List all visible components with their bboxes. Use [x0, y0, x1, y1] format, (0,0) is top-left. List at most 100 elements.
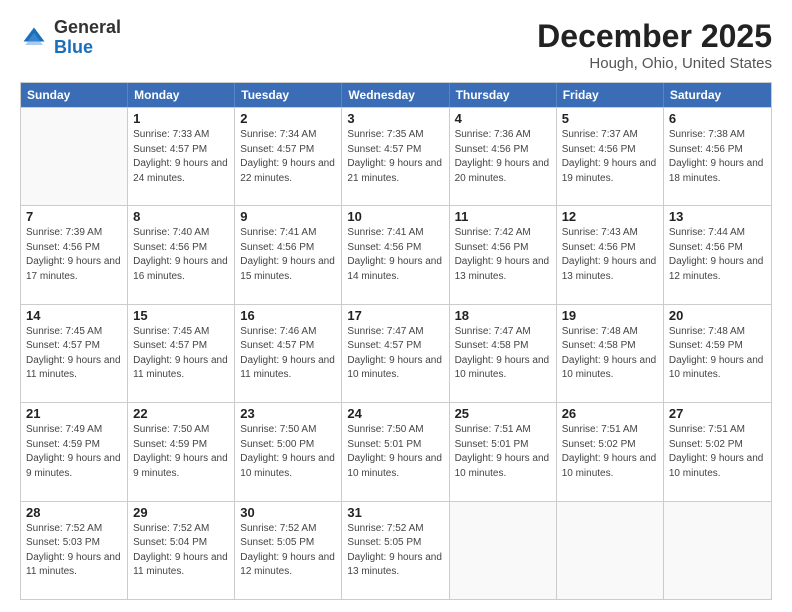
day-number: 11	[455, 209, 551, 224]
logo: General Blue	[20, 18, 121, 58]
calendar-row-4: 28 Sunrise: 7:52 AM Sunset: 5:03 PM Dayli…	[21, 501, 771, 599]
day-info: Sunrise: 7:45 AM Sunset: 4:57 PM Dayligh…	[26, 325, 122, 383]
main-title: December 2025	[537, 18, 772, 55]
subtitle: Hough, Ohio, United States	[537, 55, 772, 72]
calendar-cell-25: 25 Sunrise: 7:51 AM Sunset: 5:01 PM Dayli…	[450, 403, 557, 500]
day-number: 22	[133, 406, 229, 421]
calendar-cell-7: 7 Sunrise: 7:39 AM Sunset: 4:56 PM Daylig…	[21, 206, 128, 303]
calendar-cell-23: 23Sunrise: 7:50 AM Sunset: 5:00 PM Dayli…	[235, 403, 342, 500]
page: General Blue December 2025 Hough, Ohio, …	[0, 0, 792, 612]
calendar-cell-26: 26Sunrise: 7:51 AM Sunset: 5:02 PM Dayli…	[557, 403, 664, 500]
calendar-cell-29: 29 Sunrise: 7:52 AM Sunset: 5:04 PM Dayli…	[128, 502, 235, 599]
top-section: General Blue December 2025 Hough, Ohio, …	[20, 18, 772, 72]
day-number: 1	[133, 111, 229, 126]
calendar-cell-21: 21Sunrise: 7:49 AM Sunset: 4:59 PM Dayli…	[21, 403, 128, 500]
calendar-body: 1 Sunrise: 7:33 AM Sunset: 4:57 PM Daylig…	[21, 107, 771, 599]
day-info: Sunrise: 7:37 AM Sunset: 4:56 PM Dayligh…	[562, 128, 658, 186]
day-info: Sunrise: 7:50 AM Sunset: 4:59 PM Dayligh…	[133, 423, 229, 481]
day-number: 28	[26, 505, 122, 520]
header-day-wednesday: Wednesday	[342, 83, 449, 107]
calendar-cell-11: 11 Sunrise: 7:42 AM Sunset: 4:56 PM Dayli…	[450, 206, 557, 303]
day-info: Sunrise: 7:52 AM Sunset: 5:04 PM Dayligh…	[133, 522, 229, 580]
calendar-cell-13: 13Sunrise: 7:44 AM Sunset: 4:56 PM Dayli…	[664, 206, 771, 303]
day-info: Sunrise: 7:44 AM Sunset: 4:56 PM Dayligh…	[669, 226, 766, 284]
calendar-cell-2: 2 Sunrise: 7:34 AM Sunset: 4:57 PM Daylig…	[235, 108, 342, 205]
day-info: Sunrise: 7:50 AM Sunset: 5:01 PM Dayligh…	[347, 423, 443, 481]
header-day-saturday: Saturday	[664, 83, 771, 107]
calendar-cell-14: 14Sunrise: 7:45 AM Sunset: 4:57 PM Dayli…	[21, 305, 128, 402]
calendar-cell-20: 20 Sunrise: 7:48 AM Sunset: 4:59 PM Dayli…	[664, 305, 771, 402]
header-day-thursday: Thursday	[450, 83, 557, 107]
day-number: 9	[240, 209, 336, 224]
day-info: Sunrise: 7:42 AM Sunset: 4:56 PM Dayligh…	[455, 226, 551, 284]
calendar-cell-empty-4-6	[664, 502, 771, 599]
day-info: Sunrise: 7:41 AM Sunset: 4:56 PM Dayligh…	[347, 226, 443, 284]
header-day-monday: Monday	[128, 83, 235, 107]
day-info: Sunrise: 7:38 AM Sunset: 4:56 PM Dayligh…	[669, 128, 766, 186]
calendar-cell-9: 9Sunrise: 7:41 AM Sunset: 4:56 PM Daylig…	[235, 206, 342, 303]
day-number: 2	[240, 111, 336, 126]
day-info: Sunrise: 7:52 AM Sunset: 5:05 PM Dayligh…	[240, 522, 336, 580]
day-number: 18	[455, 308, 551, 323]
calendar-cell-4: 4 Sunrise: 7:36 AM Sunset: 4:56 PM Daylig…	[450, 108, 557, 205]
calendar-cell-6: 6 Sunrise: 7:38 AM Sunset: 4:56 PM Daylig…	[664, 108, 771, 205]
day-info: Sunrise: 7:36 AM Sunset: 4:56 PM Dayligh…	[455, 128, 551, 186]
day-info: Sunrise: 7:39 AM Sunset: 4:56 PM Dayligh…	[26, 226, 122, 284]
day-number: 10	[347, 209, 443, 224]
calendar-cell-empty-4-5	[557, 502, 664, 599]
day-number: 5	[562, 111, 658, 126]
calendar-cell-27: 27 Sunrise: 7:51 AM Sunset: 5:02 PM Dayli…	[664, 403, 771, 500]
day-info: Sunrise: 7:34 AM Sunset: 4:57 PM Dayligh…	[240, 128, 336, 186]
day-info: Sunrise: 7:45 AM Sunset: 4:57 PM Dayligh…	[133, 325, 229, 383]
calendar-cell-28: 28 Sunrise: 7:52 AM Sunset: 5:03 PM Dayli…	[21, 502, 128, 599]
day-number: 24	[347, 406, 443, 421]
calendar-cell-18: 18Sunrise: 7:47 AM Sunset: 4:58 PM Dayli…	[450, 305, 557, 402]
day-number: 20	[669, 308, 766, 323]
day-number: 25	[455, 406, 551, 421]
day-number: 6	[669, 111, 766, 126]
day-info: Sunrise: 7:48 AM Sunset: 4:59 PM Dayligh…	[669, 325, 766, 383]
day-number: 12	[562, 209, 658, 224]
logo-blue: Blue	[54, 37, 93, 57]
calendar-cell-17: 17 Sunrise: 7:47 AM Sunset: 4:57 PM Dayli…	[342, 305, 449, 402]
calendar-cell-24: 24 Sunrise: 7:50 AM Sunset: 5:01 PM Dayli…	[342, 403, 449, 500]
calendar-cell-empty-4-4	[450, 502, 557, 599]
day-info: Sunrise: 7:33 AM Sunset: 4:57 PM Dayligh…	[133, 128, 229, 186]
calendar-cell-1: 1 Sunrise: 7:33 AM Sunset: 4:57 PM Daylig…	[128, 108, 235, 205]
day-info: Sunrise: 7:52 AM Sunset: 5:03 PM Dayligh…	[26, 522, 122, 580]
calendar-cell-3: 3Sunrise: 7:35 AM Sunset: 4:57 PM Daylig…	[342, 108, 449, 205]
calendar-cell-12: 12 Sunrise: 7:43 AM Sunset: 4:56 PM Dayli…	[557, 206, 664, 303]
header-day-tuesday: Tuesday	[235, 83, 342, 107]
calendar: SundayMondayTuesdayWednesdayThursdayFrid…	[20, 82, 772, 600]
day-number: 4	[455, 111, 551, 126]
calendar-cell-22: 22 Sunrise: 7:50 AM Sunset: 4:59 PM Dayli…	[128, 403, 235, 500]
day-number: 29	[133, 505, 229, 520]
day-info: Sunrise: 7:50 AM Sunset: 5:00 PM Dayligh…	[240, 423, 336, 481]
day-number: 15	[133, 308, 229, 323]
day-number: 26	[562, 406, 658, 421]
calendar-cell-5: 5 Sunrise: 7:37 AM Sunset: 4:56 PM Daylig…	[557, 108, 664, 205]
day-info: Sunrise: 7:47 AM Sunset: 4:57 PM Dayligh…	[347, 325, 443, 383]
calendar-row-2: 14Sunrise: 7:45 AM Sunset: 4:57 PM Dayli…	[21, 304, 771, 402]
day-info: Sunrise: 7:43 AM Sunset: 4:56 PM Dayligh…	[562, 226, 658, 284]
calendar-header: SundayMondayTuesdayWednesdayThursdayFrid…	[21, 83, 771, 107]
day-number: 16	[240, 308, 336, 323]
day-info: Sunrise: 7:51 AM Sunset: 5:02 PM Dayligh…	[669, 423, 766, 481]
header-day-friday: Friday	[557, 83, 664, 107]
day-number: 27	[669, 406, 766, 421]
day-info: Sunrise: 7:51 AM Sunset: 5:01 PM Dayligh…	[455, 423, 551, 481]
calendar-row-1: 7 Sunrise: 7:39 AM Sunset: 4:56 PM Daylig…	[21, 205, 771, 303]
calendar-cell-30: 30 Sunrise: 7:52 AM Sunset: 5:05 PM Dayli…	[235, 502, 342, 599]
logo-general: General	[54, 17, 121, 37]
day-info: Sunrise: 7:52 AM Sunset: 5:05 PM Dayligh…	[347, 522, 443, 580]
day-number: 17	[347, 308, 443, 323]
logo-icon	[20, 24, 48, 52]
header-day-sunday: Sunday	[21, 83, 128, 107]
day-number: 30	[240, 505, 336, 520]
day-info: Sunrise: 7:35 AM Sunset: 4:57 PM Dayligh…	[347, 128, 443, 186]
calendar-cell-10: 10 Sunrise: 7:41 AM Sunset: 4:56 PM Dayli…	[342, 206, 449, 303]
calendar-cell-8: 8Sunrise: 7:40 AM Sunset: 4:56 PM Daylig…	[128, 206, 235, 303]
calendar-cell-15: 15 Sunrise: 7:45 AM Sunset: 4:57 PM Dayli…	[128, 305, 235, 402]
day-number: 7	[26, 209, 122, 224]
day-info: Sunrise: 7:49 AM Sunset: 4:59 PM Dayligh…	[26, 423, 122, 481]
